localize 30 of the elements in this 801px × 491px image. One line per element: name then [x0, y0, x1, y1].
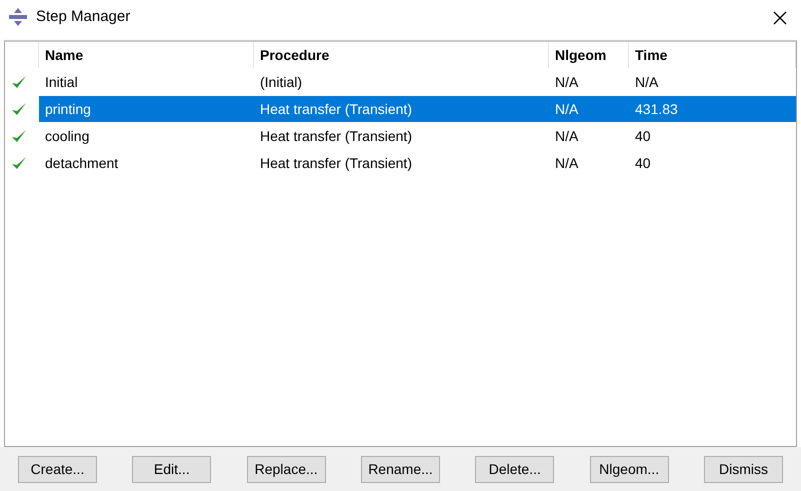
- table-cell: printing: [39, 96, 254, 122]
- window-title: Step Manager: [36, 6, 130, 27]
- table-cell-text: N/A: [554, 126, 580, 146]
- column-header[interactable]: Name: [39, 42, 254, 68]
- column-header[interactable]: Nlgeom: [549, 42, 629, 68]
- table-cell: N/A: [549, 96, 629, 122]
- dialog-button[interactable]: Rename...: [360, 456, 440, 482]
- dialog-button[interactable]: Nlgeom...: [590, 456, 669, 482]
- table-cell-text: N/A: [634, 72, 660, 92]
- table-cell-text: N/A: [554, 154, 580, 172]
- table-cell-text: Heat transfer (Transient): [259, 154, 413, 173]
- table-cell-text: N/A: [554, 72, 580, 92]
- table-cell-text: 40: [634, 154, 652, 172]
- table-cell-text: (Initial): [259, 72, 304, 92]
- close-icon: [773, 10, 787, 25]
- dialog-button[interactable]: Replace...: [246, 456, 326, 482]
- table-cell: 431.83: [629, 96, 796, 122]
- dialog-button[interactable]: Create...: [18, 456, 97, 482]
- table-cell: Heat transfer (Transient): [254, 96, 549, 122]
- dialog-button[interactable]: Dismiss: [704, 456, 783, 482]
- table-cell-text: Heat transfer (Transient): [259, 126, 413, 146]
- table-cell-text: cooling: [44, 126, 90, 146]
- table-cell-text: detachment: [44, 154, 120, 172]
- dialog-button[interactable]: Delete...: [475, 456, 554, 482]
- dialog-button[interactable]: Edit...: [132, 456, 212, 482]
- table-cell-text: Initial: [44, 72, 79, 92]
- column-header[interactable]: Procedure: [254, 42, 549, 68]
- column-header[interactable]: Time: [629, 42, 796, 68]
- app-icon: [8, 8, 28, 26]
- table-cell-text: 40: [634, 126, 652, 146]
